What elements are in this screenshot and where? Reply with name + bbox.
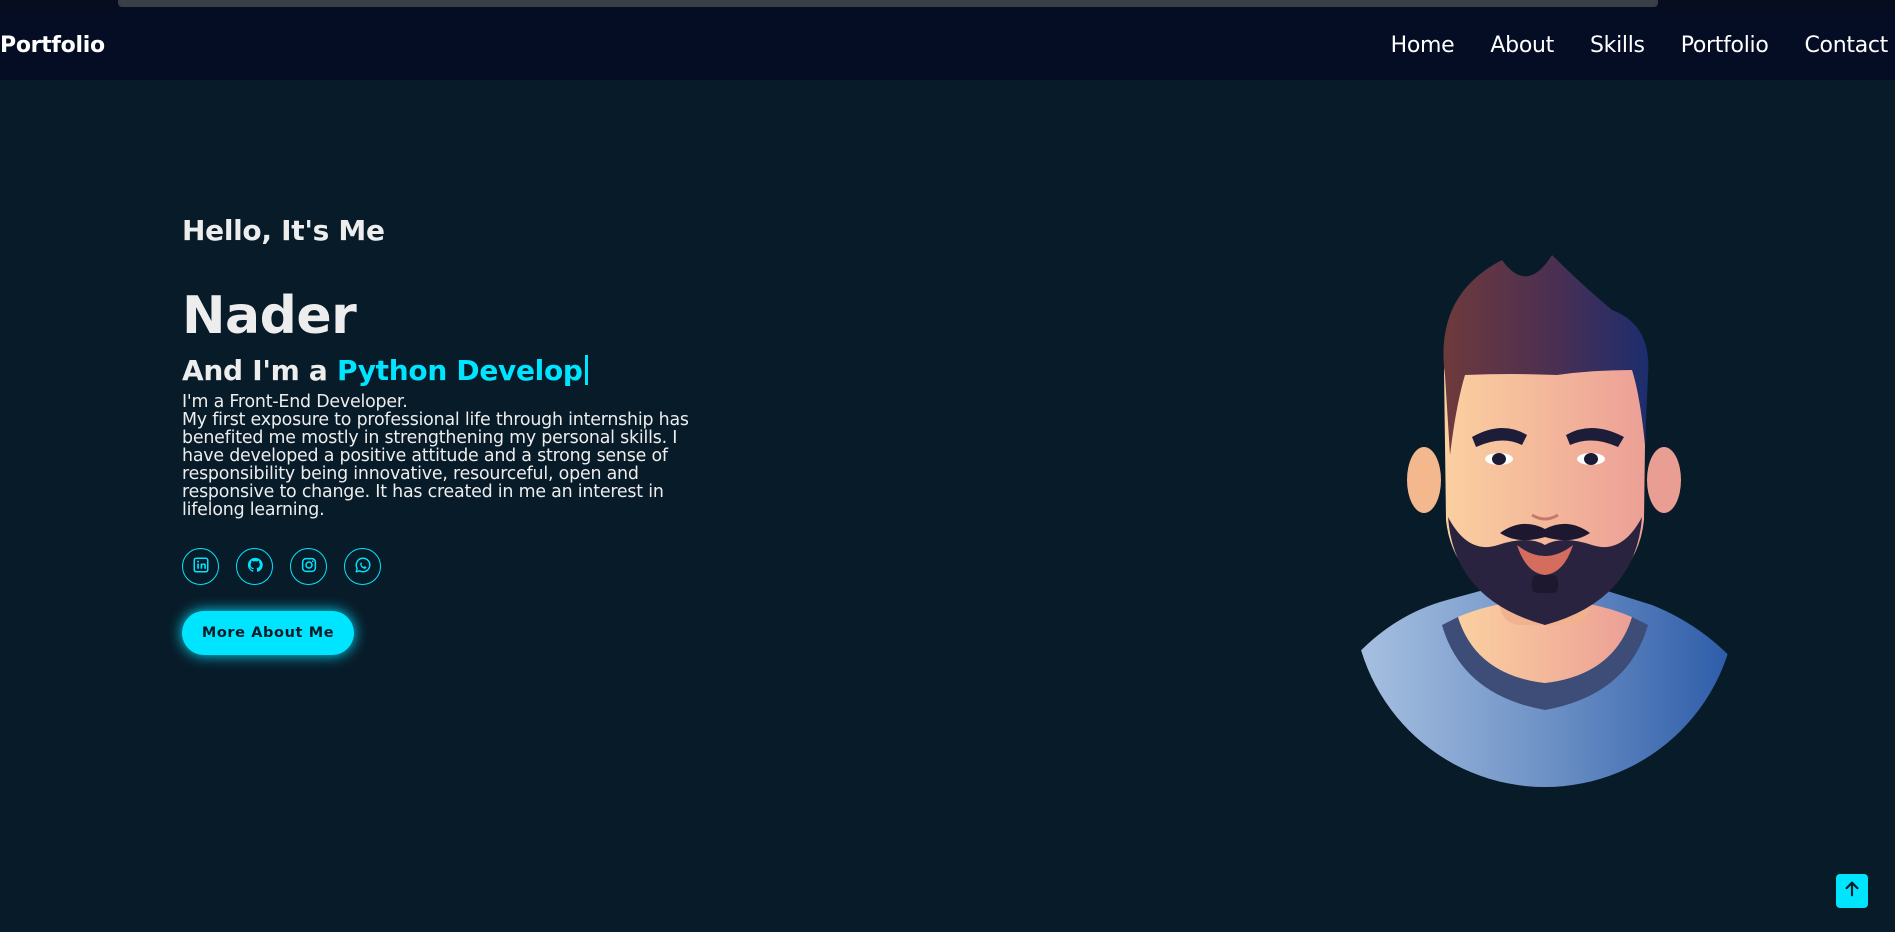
greeting: Hello, It's Me: [182, 214, 385, 247]
site-header: Portfolio Home About Skills Portfolio Co…: [0, 10, 1895, 80]
more-about-me-button[interactable]: More About Me: [182, 611, 354, 655]
avatar-illustration: [1352, 255, 1738, 787]
whatsapp-link[interactable]: [344, 548, 381, 585]
hero-name: Nader: [182, 286, 357, 346]
logo[interactable]: Portfolio: [0, 33, 105, 58]
nav-skills[interactable]: Skills: [1590, 33, 1645, 58]
instagram-link[interactable]: [290, 548, 327, 585]
role-line: And I'm a Python Develop: [182, 354, 588, 387]
nav-about[interactable]: About: [1490, 33, 1554, 58]
arrow-up-icon: [1843, 880, 1861, 902]
nav-home[interactable]: Home: [1391, 33, 1455, 58]
role-typed: Python Develop: [336, 354, 583, 387]
scroll-to-top-button[interactable]: [1836, 874, 1868, 908]
nav-portfolio[interactable]: Portfolio: [1681, 33, 1769, 58]
intro-line: I'm a Front-End Developer.: [182, 392, 408, 412]
linkedin-link[interactable]: [182, 548, 219, 585]
github-icon: [246, 556, 264, 578]
linkedin-icon: [192, 556, 210, 578]
browser-tab-strip: [0, 0, 1895, 10]
home-section: Hello, It's Me Nader And I'm a Python De…: [182, 80, 1782, 932]
intro-body: My first exposure to professional life t…: [182, 410, 689, 520]
typing-caret: [584, 355, 588, 385]
nav-contact[interactable]: Contact: [1805, 33, 1889, 58]
instagram-icon: [300, 556, 318, 578]
browser-scroll-bar: [118, 0, 1658, 7]
whatsapp-icon: [354, 556, 372, 578]
github-link[interactable]: [236, 548, 273, 585]
main-nav: Home About Skills Portfolio Contact: [1355, 33, 1895, 58]
role-prefix: And I'm a: [182, 354, 328, 387]
social-links: [182, 548, 398, 585]
intro-text: I'm a Front-End Developer. My first expo…: [182, 393, 722, 519]
